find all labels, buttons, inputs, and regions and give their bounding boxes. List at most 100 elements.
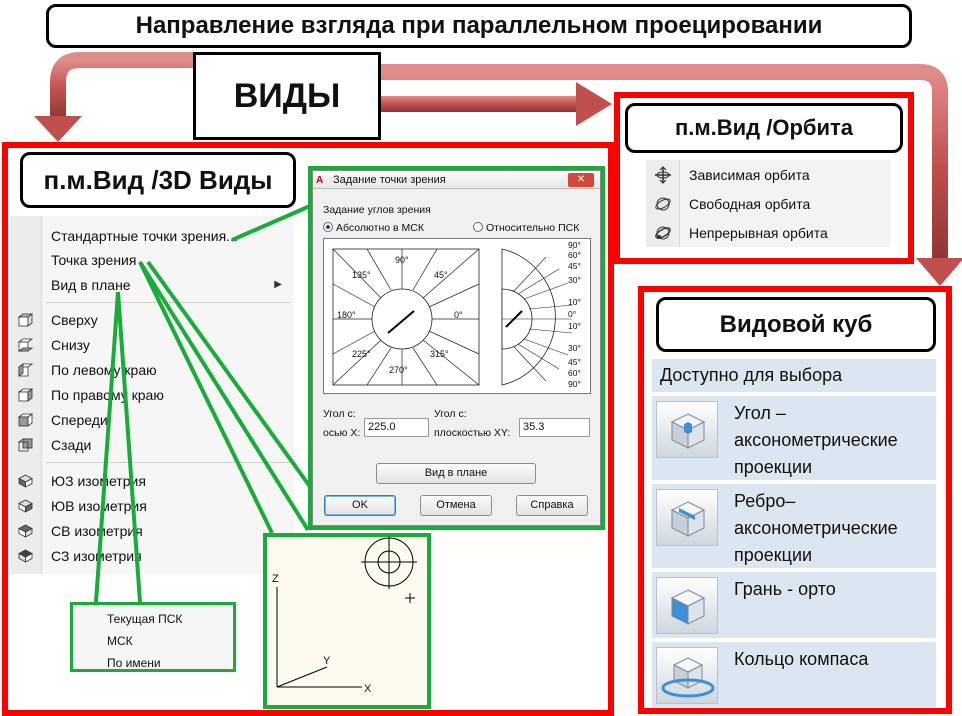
plan-view-submenu: Текущая ПСК МСК По имени (70, 602, 236, 672)
menu-item-label: Точка зрения (51, 252, 137, 268)
menu-item-front[interactable]: Спереди (10, 408, 294, 432)
views-label: ВИДЫ (193, 52, 381, 140)
iso-cube-icon (18, 549, 33, 563)
angle-315: 315° (430, 349, 449, 359)
radio-unselected-icon (473, 222, 483, 232)
menu-item-label: Спереди (51, 412, 108, 428)
elev-90-bottom: 90° (568, 379, 581, 389)
close-button[interactable]: ✕ (568, 173, 594, 187)
viewcube-corner-icon (656, 401, 718, 458)
elev-10-top: 10° (568, 297, 581, 307)
radio-relative[interactable]: Относительно ПСК (473, 222, 579, 234)
dialog-titlebar: A Задание точки зрения ✕ (313, 171, 600, 189)
menu-item-left[interactable]: По левому краю (10, 358, 294, 382)
angle-135: 135° (352, 270, 371, 280)
cube-front-icon (18, 413, 33, 427)
menu-item-label: По правому краю (51, 387, 164, 403)
angle-45: 45° (434, 270, 448, 280)
menu-item-label: По левому краю (51, 362, 157, 378)
angle-picker[interactable]: 90° 135° 45° 180° 0° 225° 315° 270° 90° … (323, 238, 591, 394)
viewcube-row-line: Угол – (734, 403, 786, 423)
viewpoint-dialog: A Задание точки зрения ✕ Задание углов з… (312, 170, 601, 526)
iso-cube-icon (18, 474, 33, 488)
viewcube-row-line: Грань - орто (734, 579, 836, 599)
viewcube-row-corner[interactable]: Угол – аксонометрические проекции (652, 396, 936, 480)
menu-item-back[interactable]: Сзади (10, 433, 294, 457)
menu-item-top[interactable]: Сверху (10, 308, 294, 332)
viewcube-row-edge[interactable]: Ребро– аксонометрические проекции (652, 484, 936, 568)
viewcube-face-icon (656, 577, 718, 634)
menu-item-label: Стандартные точки зрения... (51, 228, 238, 244)
orbit-menu: Зависимая орбита Свободная орбита Непрер… (646, 160, 890, 247)
elev-45-top: 45° (568, 261, 581, 271)
menu-item-plan-view[interactable]: Вид в плане ▶ (10, 273, 294, 297)
radio-absolute[interactable]: Абсолютно в МСК (323, 222, 424, 234)
menu-item-label: ЮВ изометрия (51, 498, 147, 514)
cube-right-icon (18, 388, 33, 402)
app-logo-icon: A (316, 175, 324, 186)
viewcube-row-face[interactable]: Грань - орто (652, 572, 936, 638)
menu-item-constrained-orbit[interactable]: Зависимая орбита (646, 161, 890, 190)
menu-item-label: Сверху (51, 312, 98, 328)
ok-button[interactable]: OK (324, 495, 396, 516)
viewcube-row-compass[interactable]: Кольцо компаса (652, 642, 936, 708)
menu-item-label: Вид в плане (51, 277, 131, 293)
radio-selected-icon (323, 222, 333, 232)
elev-10-bottom: 10° (568, 321, 581, 331)
menu-item-label: СЗ изометрия (51, 548, 142, 564)
panel-viewcube-label: Видовой куб (656, 297, 936, 352)
plan-view-button[interactable]: Вид в плане (376, 463, 536, 484)
submenu-item-by-name[interactable]: По имени (107, 656, 161, 670)
menu-item-bottom[interactable]: Снизу (10, 333, 294, 357)
drawing-canvas[interactable]: Z Y X (267, 537, 427, 705)
viewcube-row-text: Ребро– аксонометрические проекции (734, 488, 898, 569)
cancel-button[interactable]: Отмена (420, 495, 492, 516)
view-3d-menu: Стандартные точки зрения... Точка зрения… (10, 216, 294, 574)
axis-x-label: X (364, 683, 372, 695)
continuous-orbit-icon (655, 226, 671, 240)
radio-label: Абсолютно в МСК (336, 222, 424, 234)
angle-270: 270° (389, 365, 408, 375)
angle-xy-label-2: плоскостью XY: (434, 427, 511, 439)
menu-item-nw-iso[interactable]: СЗ изометрия (10, 544, 294, 568)
menu-item-standard-views[interactable]: Стандартные точки зрения... (10, 224, 294, 248)
menu-item-sw-iso[interactable]: ЮЗ изометрия (10, 469, 294, 493)
menu-item-viewpoint[interactable]: Точка зрения (10, 248, 294, 272)
angle-xy-input[interactable]: 35.3 (519, 418, 590, 437)
viewcube-header: Доступно для выбора (652, 359, 936, 392)
cube-bottom-icon (18, 338, 33, 352)
menu-item-se-iso[interactable]: ЮВ изометрия (10, 494, 294, 518)
help-button[interactable]: Справка (516, 495, 588, 516)
menu-item-free-orbit[interactable]: Свободная орбита (646, 190, 890, 219)
cube-top-icon (18, 313, 33, 327)
panel-3d-views-label: п.м.Вид /3D Виды (20, 152, 296, 208)
viewcube-row-text: Кольцо компаса (734, 646, 868, 673)
menu-item-right[interactable]: По правому краю (10, 383, 294, 407)
angle-180: 180° (337, 310, 356, 320)
menu-item-label: Зависимая орбита (689, 167, 810, 183)
angle-x-label-1: Угол с: (323, 408, 356, 420)
angle-x-input[interactable]: 225.0 (364, 418, 429, 437)
elev-0: 0° (568, 309, 577, 319)
free-orbit-icon (655, 197, 671, 211)
menu-item-ne-iso[interactable]: СВ изометрия (10, 519, 294, 543)
menu-item-label: Снизу (51, 337, 90, 353)
cube-back-icon (18, 438, 33, 452)
submenu-item-wcs[interactable]: МСК (107, 634, 133, 648)
radio-label: Относительно ПСК (486, 222, 580, 234)
submenu-item-current-ucs[interactable]: Текущая ПСК (107, 612, 182, 626)
elev-30-bottom: 30° (568, 343, 581, 353)
menu-item-label: СВ изометрия (51, 523, 143, 539)
menu-item-label: Непрерывная орбита (689, 225, 828, 241)
elev-90-top: 90° (568, 240, 581, 250)
axis-y-label: Y (323, 655, 331, 667)
viewcube-row-line: аксонометрические (734, 430, 898, 450)
viewcube-row-line: аксонометрические (734, 518, 898, 538)
menu-item-label: ЮЗ изометрия (51, 473, 146, 489)
viewcube-row-line: Ребро– (734, 491, 796, 511)
menu-item-label: Свободная орбита (689, 196, 811, 212)
viewcube-row-line: проекции (734, 545, 813, 565)
menu-item-continuous-orbit[interactable]: Непрерывная орбита (646, 219, 890, 248)
cube-left-icon (18, 363, 33, 377)
angle-xy-label-1: Угол с: (434, 408, 467, 420)
